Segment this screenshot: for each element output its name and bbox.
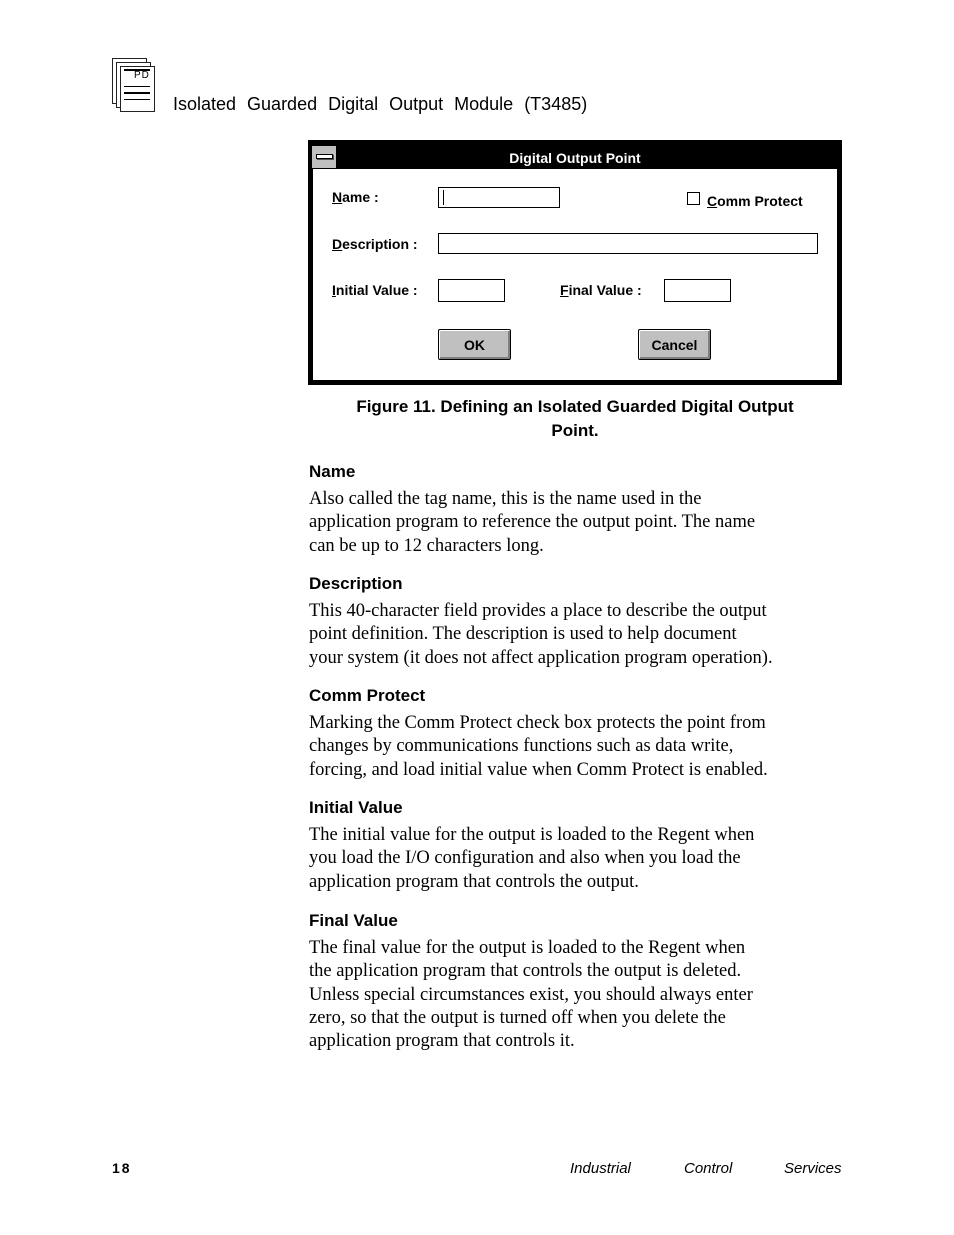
footer-company-word: Control xyxy=(684,1160,733,1177)
section-description: Description This 40-character field prov… xyxy=(309,573,849,670)
ok-button[interactable]: OK xyxy=(438,329,511,360)
dialog-title: Digital Output Point xyxy=(509,150,641,166)
section-name: Name Also called the tag name, this is t… xyxy=(309,461,849,558)
section-body: Marking the Comm Protect check box prote… xyxy=(309,713,768,780)
section-body: The initial value for the output is load… xyxy=(309,825,755,892)
final-value-input[interactable] xyxy=(664,279,731,302)
final-value-label: Final Value : xyxy=(560,282,642,298)
section-comm-protect: Comm Protect Marking the Comm Protect ch… xyxy=(309,685,849,782)
system-menu-dash-icon xyxy=(316,154,333,159)
icon-line xyxy=(124,86,150,87)
figure-caption: Figure 11. Defining an Isolated Guarded … xyxy=(308,395,842,443)
comm-protect-checkbox[interactable] xyxy=(687,192,700,205)
section-initial-value: Initial Value The initial value for the … xyxy=(309,797,849,894)
section-final-value: Final Value The final value for the outp… xyxy=(309,910,849,1053)
page-number: 18 xyxy=(112,1160,132,1176)
digital-output-point-dialog: Digital Output Point Name : Comm Protect… xyxy=(308,140,842,385)
name-label: Name : xyxy=(332,189,379,205)
description-label: Description : xyxy=(332,236,418,252)
dialog-client-area: Name : Comm Protect Description : Initia… xyxy=(313,169,837,380)
page-header-title: Isolated Guarded Digital Output Module (… xyxy=(173,94,588,114)
system-menu-button[interactable] xyxy=(312,146,337,168)
text-caret xyxy=(443,190,444,205)
pd-document-stack-icon: PD xyxy=(112,58,156,112)
figure-caption-line: Figure 11. Defining an Isolated Guarded … xyxy=(356,397,794,416)
initial-value-label: Initial Value : xyxy=(332,282,418,298)
initial-value-input[interactable] xyxy=(438,279,505,302)
icon-line xyxy=(124,99,150,100)
section-heading: Name xyxy=(309,462,356,481)
section-body: This 40-character field provides a place… xyxy=(309,601,773,668)
section-heading: Initial Value xyxy=(309,798,403,817)
figure-caption-line: Point. xyxy=(551,421,599,440)
dialog-titlebar: Digital Output Point xyxy=(312,144,838,168)
section-heading: Description xyxy=(309,574,403,593)
icon-pd-text: PD xyxy=(134,70,150,81)
section-heading: Final Value xyxy=(309,911,398,930)
section-body: Also called the tag name, this is the na… xyxy=(309,489,756,556)
footer-company-word: Industrial xyxy=(570,1160,631,1177)
section-body: The final value for the output is loaded… xyxy=(309,938,753,1052)
section-heading: Comm Protect xyxy=(309,686,426,705)
description-input[interactable] xyxy=(438,233,818,254)
comm-protect-label[interactable]: Comm Protect xyxy=(707,193,803,209)
icon-line xyxy=(124,92,150,94)
cancel-button[interactable]: Cancel xyxy=(638,329,711,360)
footer-company-word: Services xyxy=(784,1160,842,1177)
name-input[interactable] xyxy=(438,187,560,208)
